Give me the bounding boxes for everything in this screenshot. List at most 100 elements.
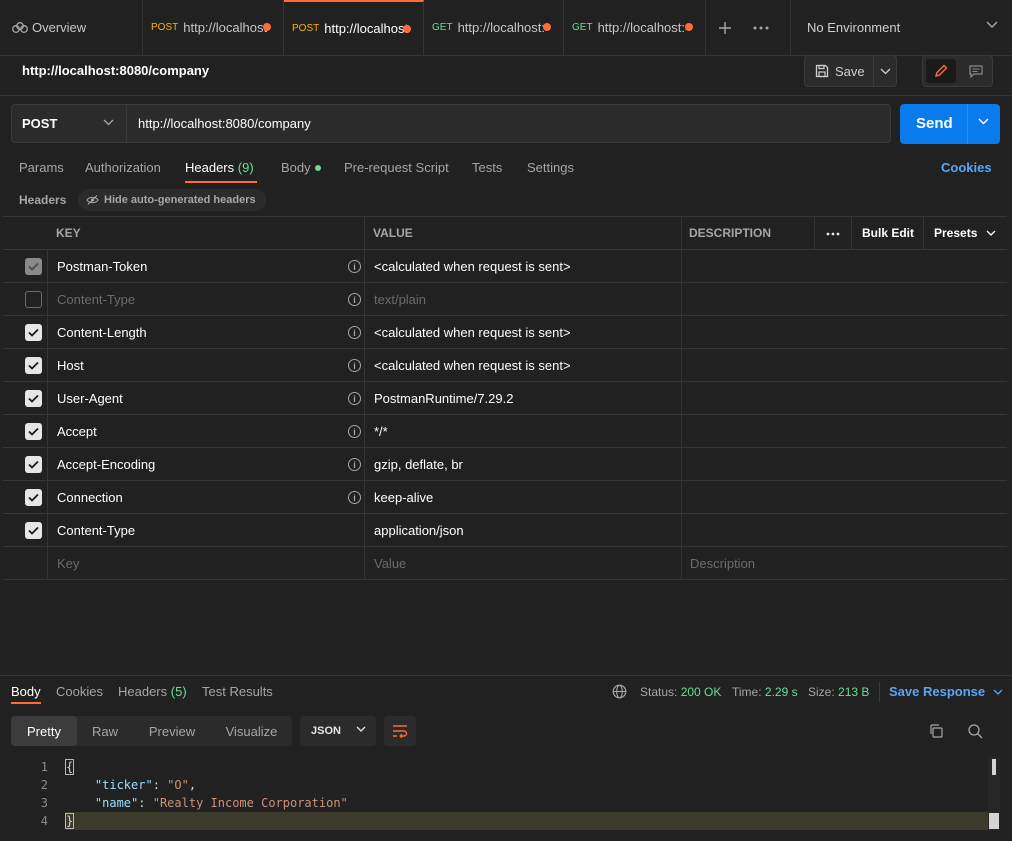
unsaved-dot-icon (263, 23, 271, 31)
unsaved-dot-icon (403, 25, 411, 33)
tab-prerequest-script[interactable]: Pre-request Script (344, 160, 449, 175)
new-tab-button[interactable] (712, 0, 738, 55)
header-key[interactable]: Content-Type (57, 523, 135, 538)
copy-icon[interactable] (928, 723, 944, 739)
hide-auto-generated-button[interactable]: Hide auto-generated headers (78, 189, 266, 211)
globe-icon[interactable] (612, 684, 627, 699)
response-tab-cookies[interactable]: Cookies (56, 684, 103, 699)
time-value: 2.29 s (764, 685, 798, 699)
tab-headers[interactable]: Headers (9) (185, 160, 254, 175)
format-select[interactable]: JSON (300, 716, 376, 746)
chevron-down-icon[interactable] (978, 118, 989, 125)
header-key[interactable]: Postman-Token (57, 259, 147, 274)
cookies-link[interactable]: Cookies (941, 160, 992, 175)
info-icon[interactable]: i (348, 491, 361, 504)
url-input[interactable]: http://localhost:8080/company (138, 116, 311, 131)
response-tab-headers[interactable]: Headers (5) (118, 684, 187, 699)
save-response-button[interactable]: Save Response (889, 684, 1003, 699)
tab-overview[interactable]: Overview (0, 0, 143, 55)
edit-mode-button[interactable] (926, 59, 956, 83)
presets-button[interactable]: Presets (934, 226, 996, 240)
tab-title: http://localhost (324, 21, 409, 36)
header-value[interactable]: <calculated when request is sent> (374, 259, 571, 274)
info-icon[interactable]: i (348, 260, 361, 273)
response-tab-body[interactable]: Body (11, 684, 41, 699)
save-button[interactable]: Save (804, 55, 897, 87)
header-value[interactable]: <calculated when request is sent> (374, 325, 571, 340)
header-key[interactable]: Content-Type (57, 292, 135, 307)
table-row: Content-Length i <calculated when reques… (3, 316, 1007, 349)
view-preview[interactable]: Preview (133, 716, 211, 746)
info-icon[interactable]: i (348, 293, 361, 306)
new-description-input[interactable]: Description (690, 556, 755, 571)
documentation-button[interactable] (961, 59, 991, 83)
header-value[interactable]: <calculated when request is sent> (374, 358, 571, 373)
request-tab[interactable]: GET http://localhost:8 (424, 0, 564, 55)
header-key[interactable]: User-Agent (57, 391, 123, 406)
header-key[interactable]: Accept (57, 424, 97, 439)
chevron-down-icon[interactable] (880, 68, 891, 75)
header-value[interactable]: PostmanRuntime/7.29.2 (374, 391, 513, 406)
open-brace: { (64, 759, 75, 775)
row-checkbox[interactable] (25, 390, 42, 407)
info-icon[interactable]: i (348, 392, 361, 405)
line-number: 3 (40, 796, 48, 810)
tab-tests[interactable]: Tests (472, 160, 502, 175)
row-checkbox[interactable] (25, 357, 42, 374)
view-raw[interactable]: Raw (77, 716, 133, 746)
scrollbar-thumb[interactable] (992, 759, 996, 775)
info-icon[interactable]: i (348, 326, 361, 339)
row-checkbox[interactable] (25, 324, 42, 341)
size-indicator[interactable]: Size: 213 B (808, 685, 869, 699)
tab-headers-label: Headers (185, 160, 235, 175)
row-checkbox[interactable] (25, 456, 42, 473)
more-horizontal-icon[interactable] (826, 232, 840, 236)
chevron-down-icon (986, 21, 998, 28)
tab-settings[interactable]: Settings (527, 160, 574, 175)
search-icon[interactable] (967, 723, 983, 739)
bulk-edit-button[interactable]: Bulk Edit (862, 226, 914, 240)
send-button[interactable]: Send (900, 104, 1000, 144)
info-icon[interactable]: i (348, 359, 361, 372)
wrap-lines-button[interactable] (384, 716, 416, 746)
tab-authorization[interactable]: Authorization (85, 160, 161, 175)
request-tab[interactable]: GET http://localhost:8 (564, 0, 706, 55)
row-checkbox[interactable] (25, 291, 42, 308)
tab-params[interactable]: Params (19, 160, 64, 175)
environment-select[interactable]: No Environment (790, 0, 1012, 55)
info-icon[interactable]: i (348, 425, 361, 438)
header-value[interactable]: */* (374, 424, 388, 439)
header-value[interactable]: keep-alive (374, 490, 433, 505)
row-checkbox[interactable] (25, 258, 42, 275)
view-pretty[interactable]: Pretty (11, 716, 77, 746)
row-checkbox[interactable] (25, 489, 42, 506)
body-set-dot-icon (314, 165, 321, 171)
active-tab-indicator (11, 702, 41, 704)
table-row: Accept i */* (3, 415, 1007, 448)
time-indicator[interactable]: Time: 2.29 s (732, 685, 798, 699)
row-checkbox[interactable] (25, 423, 42, 440)
info-icon[interactable]: i (348, 458, 361, 471)
row-checkbox[interactable] (25, 522, 42, 539)
scrollbar-thumb[interactable] (989, 813, 999, 829)
header-key[interactable]: Content-Length (57, 325, 147, 340)
chevron-down-icon (356, 726, 366, 732)
header-key[interactable]: Connection (57, 490, 123, 505)
status-indicator[interactable]: Status: 200 OK (640, 685, 721, 699)
header-key[interactable]: Accept-Encoding (57, 457, 155, 472)
tab-body[interactable]: Body (281, 160, 321, 175)
new-key-input[interactable]: Key (57, 556, 79, 571)
header-value[interactable]: gzip, deflate, br (374, 457, 463, 472)
tab-options-button[interactable] (746, 0, 776, 55)
header-key[interactable]: Host (57, 358, 84, 373)
response-body-editor[interactable]: 1 2 3 4 { "ticker": "O", "name": "Realty… (0, 756, 1012, 841)
view-visualize[interactable]: Visualize (211, 716, 292, 746)
request-tab-active[interactable]: POST http://localhost (284, 0, 424, 55)
method-select[interactable]: POST (12, 105, 127, 142)
new-value-input[interactable]: Value (374, 556, 406, 571)
response-tab-test-results[interactable]: Test Results (202, 684, 273, 699)
header-value[interactable]: application/json (374, 523, 464, 538)
header-value[interactable]: text/plain (374, 292, 426, 307)
request-tab[interactable]: POST http://localhost (143, 0, 284, 55)
status-value: 200 OK (680, 685, 722, 699)
